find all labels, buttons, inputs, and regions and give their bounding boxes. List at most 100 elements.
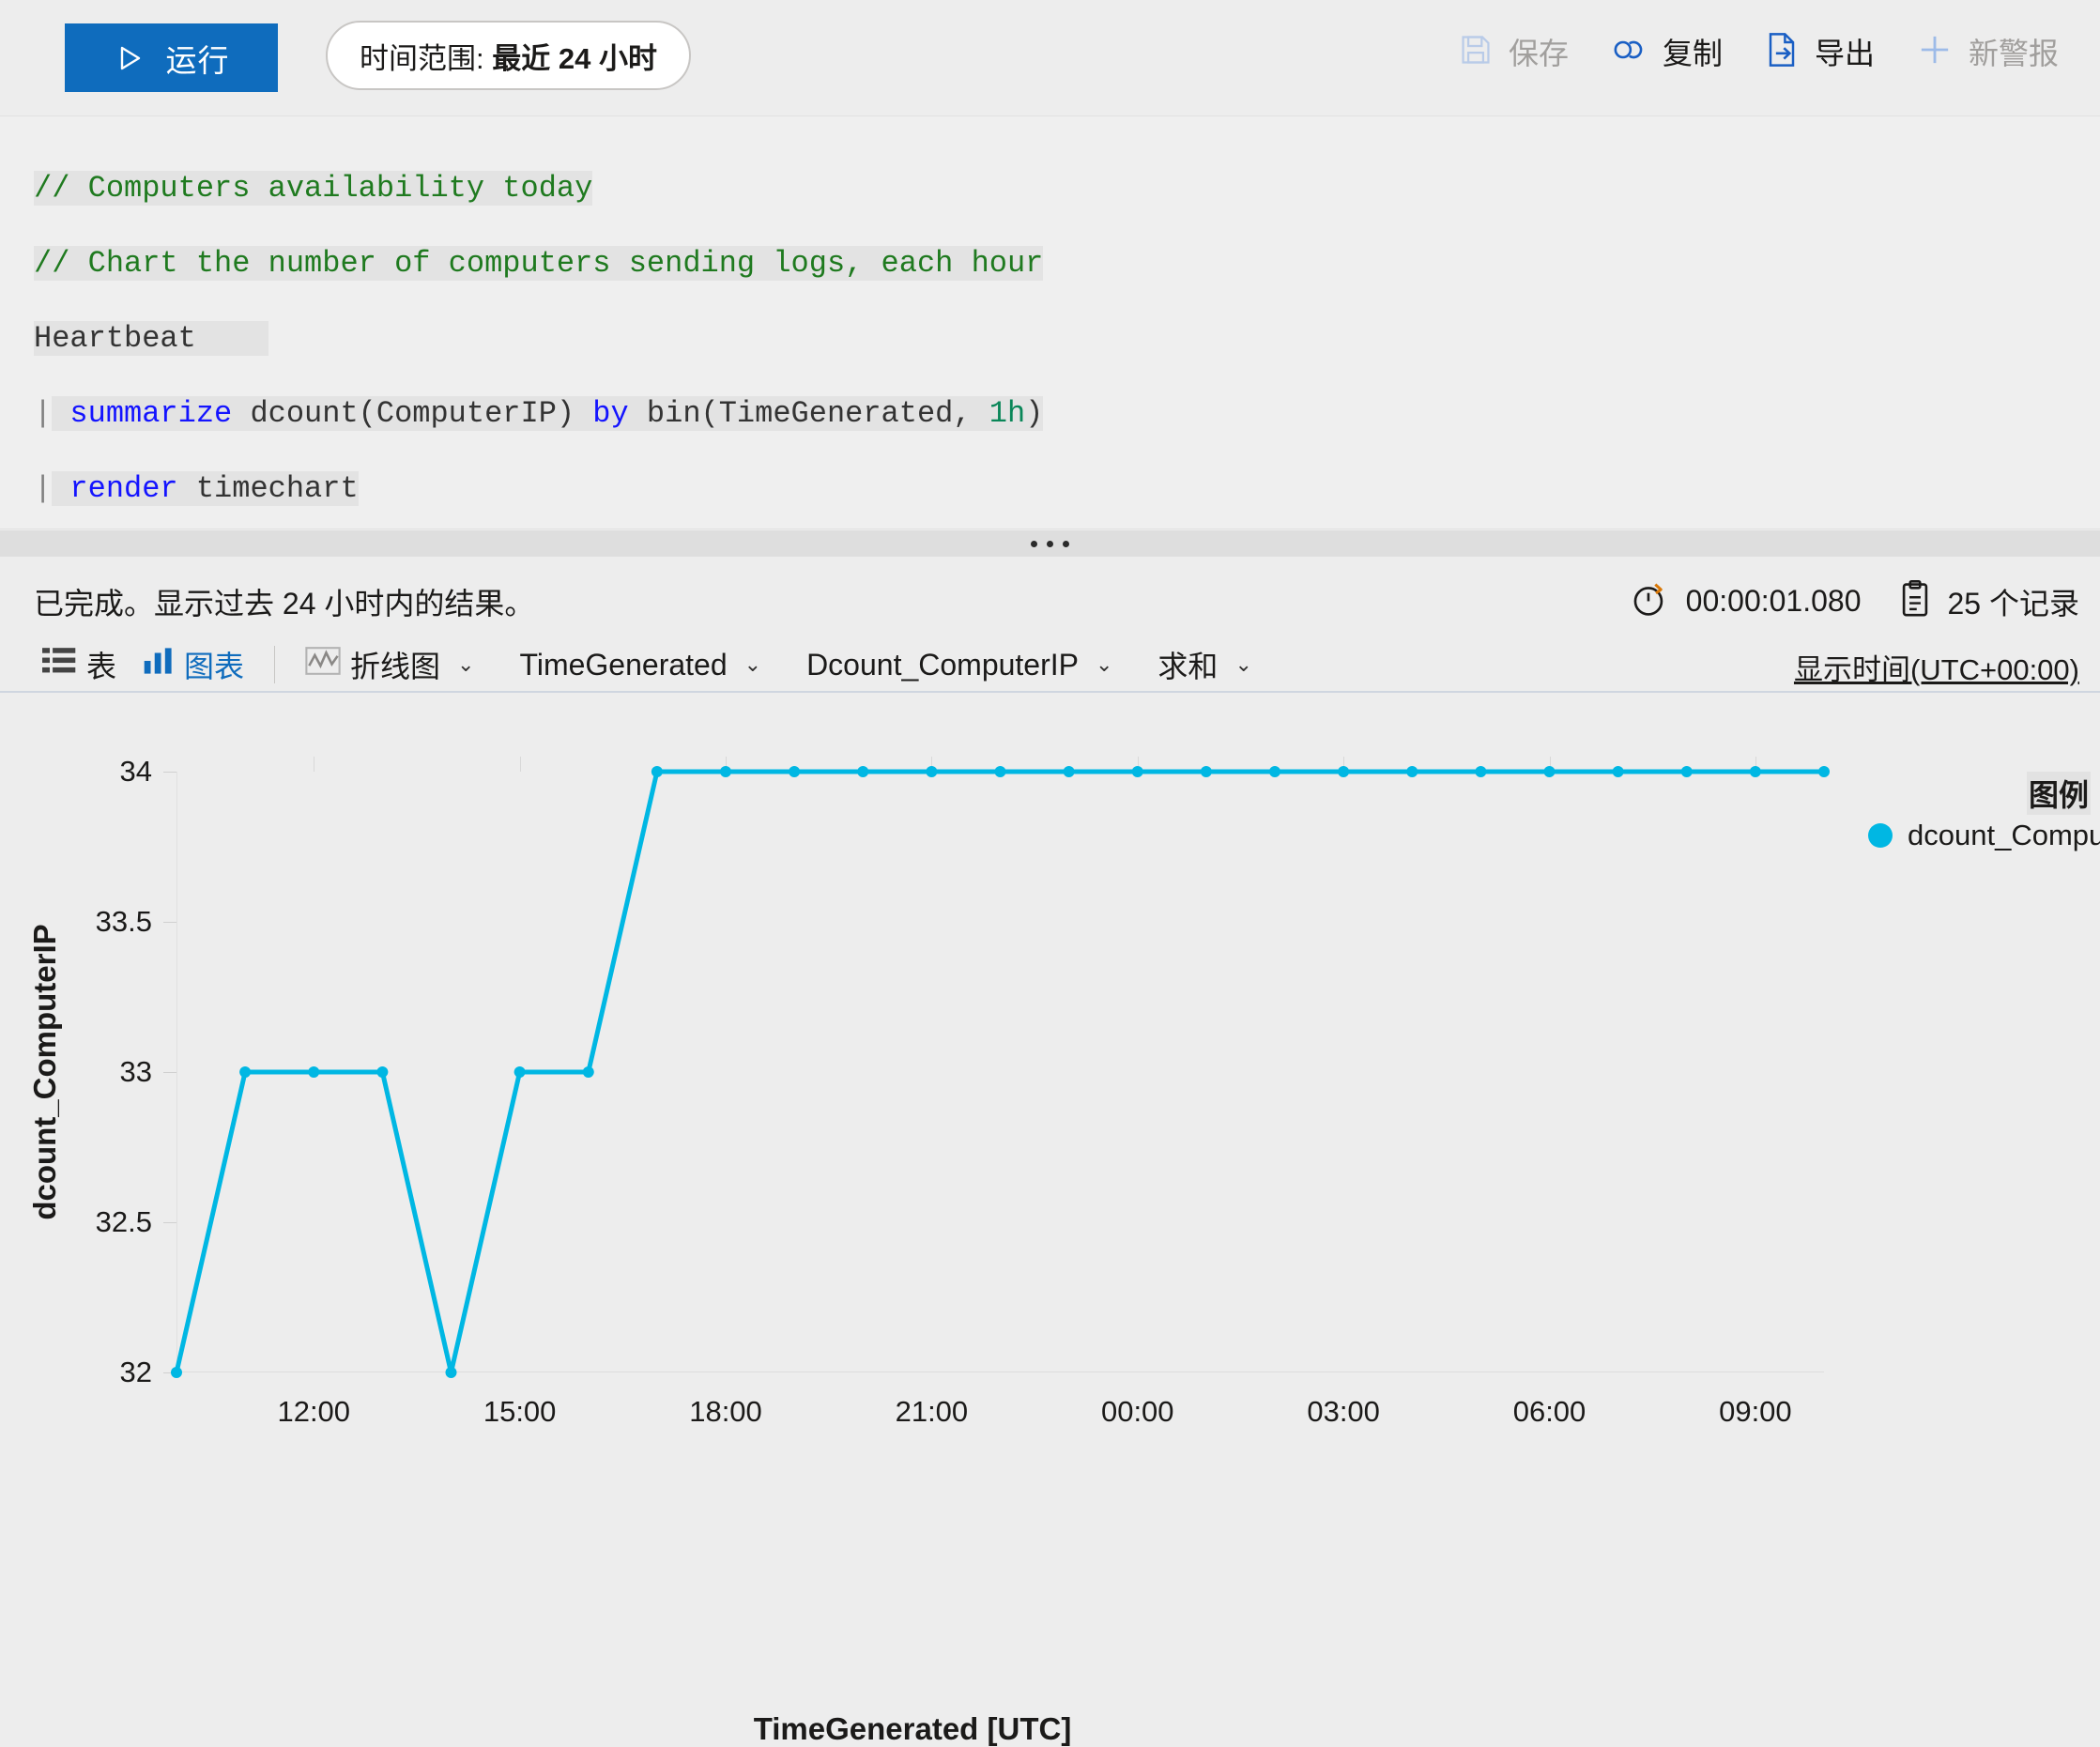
toolbar-actions: 保存 复制 导出 新警报 [1437, 19, 2079, 84]
grip-dots-icon [1031, 540, 1069, 547]
copy-button-label: 复制 [1662, 37, 1723, 70]
series-data-point[interactable] [376, 1066, 389, 1078]
save-button-label: 保存 [1508, 37, 1569, 70]
series-data-point[interactable] [1338, 766, 1350, 777]
new-alert-button-label: 新警报 [1968, 37, 2059, 70]
tab-table-label: 表 [86, 650, 117, 683]
series-data-point[interactable] [1269, 766, 1280, 777]
results-header: 已完成。显示过去 24 小时内的结果。 00:00:01.080 25 个记录 … [0, 557, 2100, 690]
y-tick-mark [163, 922, 176, 923]
y-tick-mark [163, 1072, 176, 1073]
series-data-point[interactable] [445, 1367, 457, 1378]
query-status-text: 已完成。显示过去 24 小时内的结果。 [34, 587, 535, 621]
x-tick-label: 18:00 [689, 1395, 762, 1428]
aggregation-label: 求和 [1157, 650, 1219, 683]
new-alert-button[interactable]: 新警报 [1895, 19, 2079, 84]
series-data-point[interactable] [926, 766, 938, 777]
x-tick-label: 06:00 [1512, 1395, 1586, 1428]
code-pipe-1: | [34, 396, 53, 431]
tab-chart-label: 图表 [184, 650, 245, 683]
series-data-point[interactable] [1543, 766, 1556, 777]
code-line-5: | render timechart [34, 470, 1043, 508]
tab-chart[interactable]: 图表 [130, 639, 257, 690]
legend-color-swatch [1868, 823, 1893, 848]
query-text[interactable]: // Computers availability today // Chart… [34, 132, 1044, 529]
series-data-point[interactable] [514, 1066, 526, 1078]
series-data-point[interactable] [651, 766, 663, 777]
legend-item-dcount-computer[interactable]: dcount_Computer [1868, 819, 2100, 852]
code-kw-render: render [69, 471, 178, 506]
export-button[interactable]: 导出 [1743, 19, 1895, 84]
x-axis-label: TimeGenerated [519, 647, 728, 682]
x-tick-label: 09:00 [1719, 1395, 1792, 1428]
chevron-down-icon: ⌄ [1095, 652, 1113, 676]
code-expr-bin-close: ) [1025, 396, 1044, 431]
code-render-target: timechart [177, 471, 359, 506]
x-tick-label: 00:00 [1100, 1395, 1174, 1428]
y-tick-mark [163, 1222, 176, 1223]
chart-type-select[interactable]: 折线图 ⌄ [292, 639, 487, 690]
query-duration: 00:00:01.080 [1685, 584, 1862, 618]
series-data-point[interactable] [308, 1066, 320, 1078]
record-count: 25 个记录 [1947, 586, 2080, 621]
y-tick-label: 32.5 [95, 1205, 152, 1238]
log-analytics-query-page: 运行 时间范围: 最近 24 小时 保存 复制 导出 新警报 // Comput… [0, 0, 2100, 1746]
code-comment-1: // Computers availability today [34, 171, 593, 206]
legend-item-label: dcount_Computer [1908, 819, 2100, 851]
code-table-name: Heartbeat [34, 321, 196, 356]
time-range-value: 最近 24 小时 [492, 41, 657, 75]
series-data-point[interactable] [1612, 766, 1624, 777]
results-meta: 00:00:01.080 25 个记录 [1630, 579, 2079, 623]
plot-area[interactable]: 32 32.5 33 33.5 34 12:00 15:00 18:00 21:00 00:00… [96, 755, 1830, 1428]
chart-panel: dcount_ComputerIP TimeGenerated [UTC] 32… [0, 691, 2100, 1746]
series-data-point[interactable] [239, 1066, 252, 1078]
series-data-point[interactable] [1063, 766, 1075, 777]
code-line-1: // Computers availability today [34, 170, 1043, 207]
series-data-point[interactable] [1818, 766, 1830, 777]
code-kw-summarize: summarize [69, 396, 233, 431]
series-data-point[interactable] [1475, 766, 1487, 777]
y-axis-select[interactable]: Dcount_ComputerIP ⌄ [793, 644, 1126, 686]
x-tick-label: 15:00 [483, 1395, 557, 1428]
series-data-point[interactable] [789, 766, 801, 777]
x-axis-title: TimeGenerated [UTC] [753, 1711, 1072, 1746]
top-toolbar: 运行 时间范围: 最近 24 小时 保存 复制 导出 新警报 [0, 0, 2100, 116]
table-icon [41, 646, 77, 683]
code-kw-by: by [592, 396, 629, 431]
x-axis-select[interactable]: TimeGenerated ⌄ [506, 644, 774, 686]
chart-type-label: 折线图 [350, 650, 441, 683]
series-data-point[interactable] [1680, 766, 1693, 777]
run-query-button[interactable]: 运行 [65, 23, 278, 92]
series-data-point[interactable] [1406, 766, 1418, 777]
y-axis-title: dcount_ComputerIP [27, 924, 62, 1220]
editor-results-splitter[interactable] [0, 530, 2100, 557]
series-data-point[interactable] [1200, 766, 1212, 777]
tab-table[interactable]: 表 [28, 639, 130, 690]
chevron-down-icon: ⌄ [743, 652, 762, 676]
series-line-dcount-computer[interactable] [171, 766, 1830, 1378]
y-axis-label: Dcount_ComputerIP [806, 647, 1079, 682]
y-tick-label: 33 [119, 1055, 152, 1088]
copy-link-icon [1610, 32, 1648, 72]
legend-title: 图例 [2026, 772, 2091, 815]
y-tick-label: 34 [119, 755, 152, 788]
copy-button[interactable]: 复制 [1589, 19, 1743, 84]
run-button-label: 运行 [165, 42, 230, 78]
x-tick-mark [519, 757, 521, 772]
code-expr-dcount: dcount(ComputerIP) [232, 396, 593, 431]
save-button[interactable]: 保存 [1437, 19, 1589, 84]
series-data-point[interactable] [857, 766, 869, 777]
series-data-point[interactable] [994, 766, 1006, 777]
aggregation-select[interactable]: 求和 ⌄ [1144, 639, 1265, 690]
code-line-4: | summarize dcount(ComputerIP) by bin(Ti… [34, 395, 1044, 433]
play-icon [114, 42, 146, 74]
bar-chart-icon [143, 646, 175, 683]
time-range-button[interactable]: 时间范围: 最近 24 小时 [326, 21, 691, 90]
series-data-point[interactable] [1131, 766, 1143, 777]
series-data-point[interactable] [1749, 766, 1761, 777]
timezone-link[interactable]: 显示时间(UTC+00:00) [1794, 646, 2079, 688]
series-data-point[interactable] [582, 1066, 594, 1078]
query-editor[interactable]: // Computers availability today // Chart… [0, 116, 2100, 529]
series-data-point[interactable] [720, 766, 731, 777]
series-data-point[interactable] [171, 1367, 182, 1378]
